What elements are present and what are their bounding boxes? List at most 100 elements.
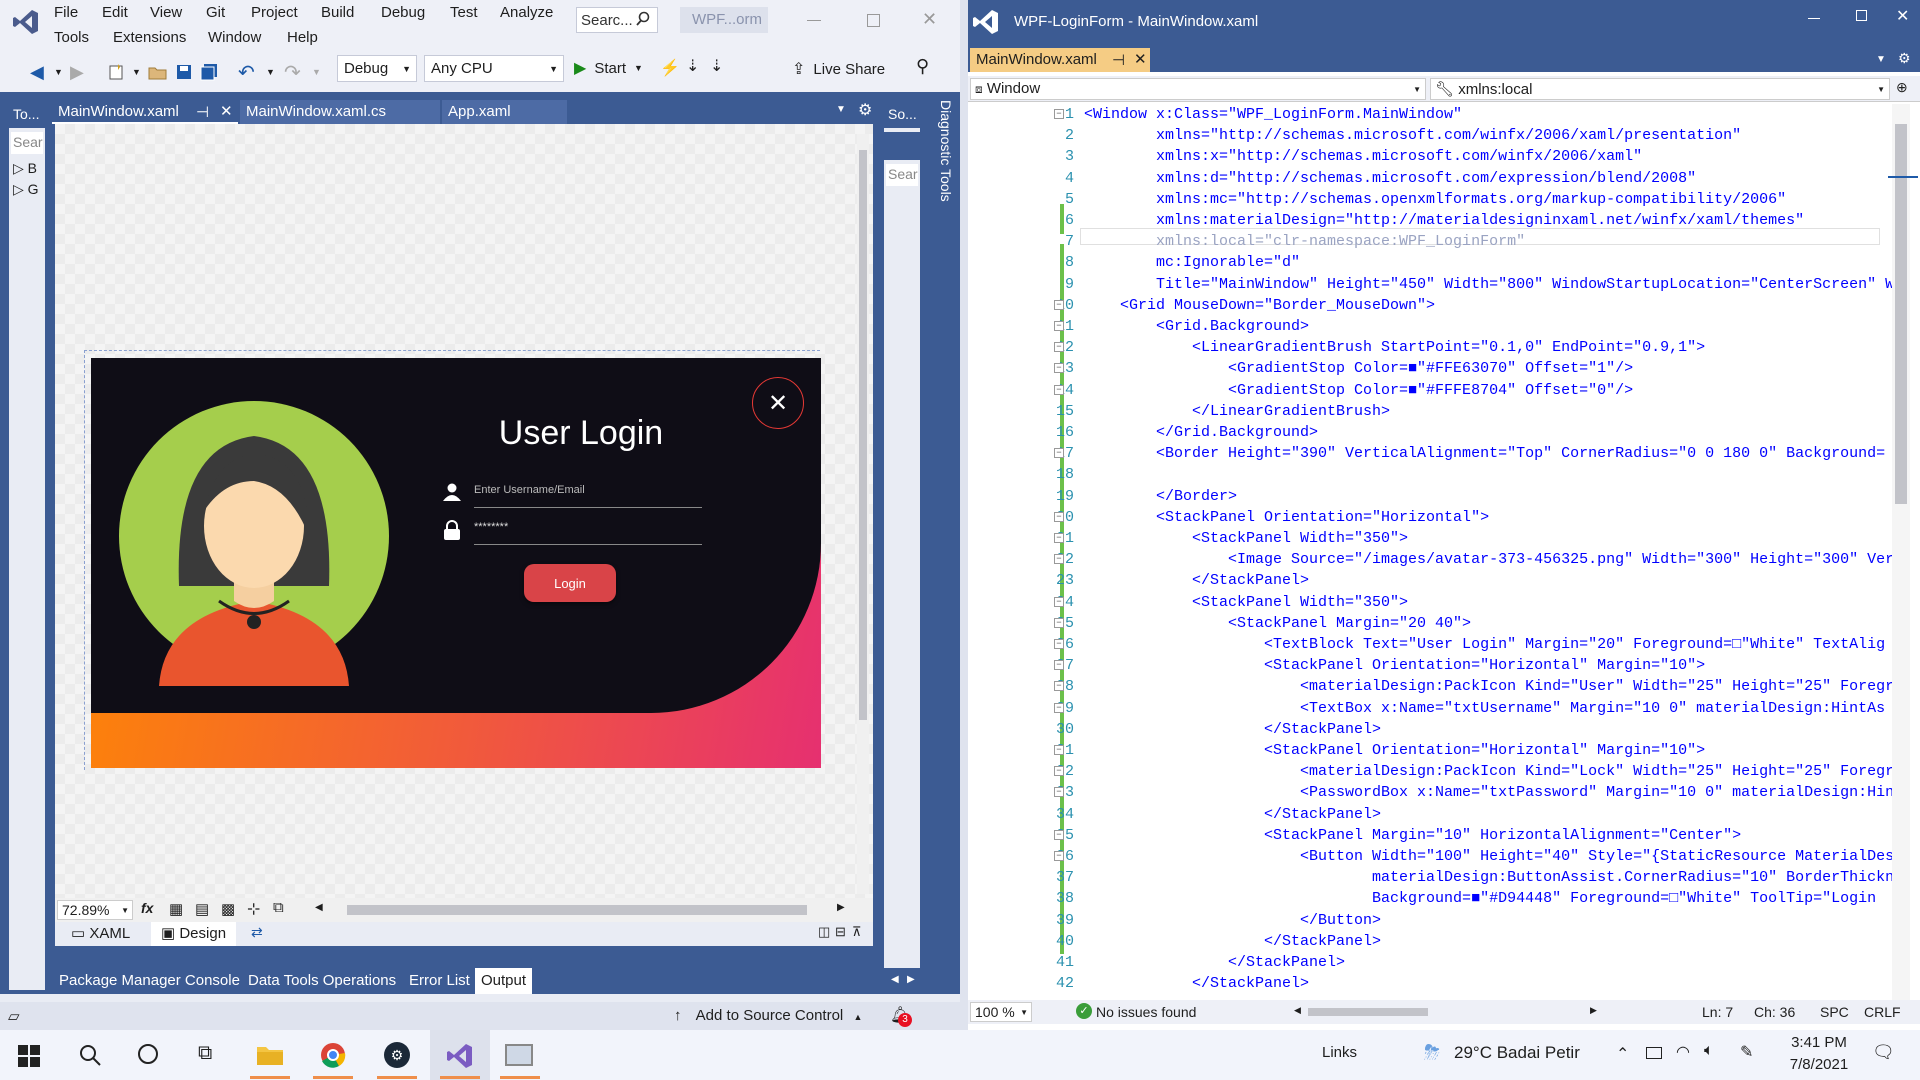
collapse-icon[interactable]: − [1054,681,1064,692]
collapse-icon[interactable]: − [1054,766,1064,777]
vertical-scrollbar[interactable] [1892,104,1910,1000]
code-line[interactable]: </StackPanel> [1084,933,1381,950]
code-line[interactable]: xmlns:local="clr-namespace:WPF_LoginForm… [1084,233,1525,250]
split-horizontal-icon[interactable]: ⊟ [835,924,846,940]
code-line[interactable]: Title="MainWindow" Height="450" Width="8… [1084,276,1894,293]
redo-dropdown-icon[interactable]: ▼ [312,60,321,84]
code-line[interactable]: <StackPanel Orientation="Horizontal"> [1084,509,1489,526]
code-line[interactable]: <LinearGradientBrush StartPoint="0.1,0" … [1084,339,1705,356]
weather-status[interactable]: 29°C Badai Petir [1454,1043,1580,1063]
grid-icon[interactable]: ▦ [169,900,183,918]
platform-dropdown[interactable]: Any CPU ▼ [424,55,564,82]
open-folder-icon[interactable] [148,60,168,84]
code-line[interactable]: <PasswordBox x:Name="txtPassword" Margin… [1084,784,1894,801]
snap-grid-icon[interactable]: ▤ [195,900,209,918]
collapse-icon[interactable]: − [1054,660,1064,671]
code-line[interactable]: <StackPanel Orientation="Horizontal" Mar… [1084,742,1705,759]
visual-studio-taskbar-button[interactable] [430,1030,490,1080]
redo-icon[interactable]: ↷ [284,60,301,84]
device-icon[interactable]: ⧉ [273,899,284,916]
code-line[interactable]: </StackPanel> [1084,572,1309,589]
tab-mainwindow-xaml-cs[interactable]: MainWindow.xaml.cs [240,100,440,124]
collapse-icon[interactable]: − [1054,363,1064,374]
menu-view[interactable]: View [150,4,182,21]
collapse-icon[interactable]: − [1054,617,1064,628]
live-share-button[interactable]: ⇪ Live Share [792,59,885,79]
pen-icon[interactable]: ✎ [1740,1042,1753,1062]
windows-start-icon[interactable] [18,1045,40,1071]
code-line[interactable]: xmlns:mc="http://schemas.openxmlformats.… [1084,191,1786,208]
collapse-icon[interactable]: − [1054,702,1064,713]
collapse-icon[interactable]: − [1054,448,1064,459]
code-line[interactable]: <Grid.Background> [1084,318,1309,335]
tab-output[interactable]: Output [475,968,533,994]
scroll-right-icon[interactable]: ▶ [837,902,845,913]
pin-icon[interactable]: ⊣ [1112,51,1125,69]
configuration-dropdown[interactable]: Debug ▼ [337,55,417,82]
code-line[interactable]: xmlns:x="http://schemas.microsoft.com/wi… [1084,148,1642,165]
issues-status[interactable]: No issues found [1096,1004,1196,1020]
scroll-tabs-left-icon[interactable]: ◀ [891,974,899,985]
code-line[interactable]: <StackPanel Orientation="Horizontal" Mar… [1084,657,1705,674]
menu-git[interactable]: Git [206,4,225,21]
horizontal-scrollbar[interactable] [1308,1008,1428,1016]
tab-overflow-icon[interactable]: ▼ [1876,54,1886,65]
menu-debug[interactable]: Debug [381,4,425,21]
volume-icon[interactable]: 🔈︎ [1704,1042,1714,1060]
code-line[interactable]: <TextBox x:Name="txtUsername" Margin="10… [1084,700,1885,717]
zoom-dropdown[interactable]: 72.89% ▼ [57,900,133,920]
line-ending-indicator[interactable]: CRLF [1864,1004,1901,1020]
collapse-icon[interactable]: − [1054,829,1064,840]
menu-tools[interactable]: Tools [54,29,89,46]
search-icon[interactable] [78,1043,102,1071]
horizontal-scrollbar[interactable] [347,905,807,915]
clock-date[interactable]: 7/8/2021 [1780,1056,1858,1073]
collapse-icon[interactable]: − [1054,533,1064,543]
save-all-icon[interactable] [200,60,218,84]
pin-icon[interactable]: ⊣ [196,103,209,121]
image-viewer-icon[interactable] [505,1044,533,1066]
code-line[interactable]: <Window x:Class="WPF_LoginForm.MainWindo… [1084,106,1462,123]
undo-dropdown-icon[interactable]: ▼ [266,60,275,84]
code-line[interactable]: </Button> [1084,912,1381,929]
wifi-icon[interactable]: ◠ [1676,1042,1690,1062]
tab-data-tools-operations[interactable]: Data Tools Operations [248,972,396,989]
collapse-icon[interactable]: − [1054,554,1064,565]
add-to-source-control-button[interactable]: ↑ Add to Source Control ▲ [674,1007,862,1024]
type-dropdown[interactable]: ⧈ Window ▼ [970,78,1426,100]
code-line[interactable]: </Grid.Background> [1084,424,1318,441]
code-line[interactable]: materialDesign:ButtonAssist.CornerRadius… [1084,869,1894,886]
collapse-icon[interactable]: − [1054,109,1064,119]
clock-time[interactable]: 3:41 PM [1786,1034,1852,1051]
menu-window[interactable]: Window [208,29,261,46]
search-box[interactable]: Searc... [576,7,658,33]
code-line[interactable]: Background=■"#D94448" Foreground=□"White… [1084,890,1876,907]
forward-icon[interactable]: ▶ [70,60,84,84]
minimize-button[interactable] [807,20,821,21]
code-line[interactable]: <StackPanel Margin="20 40"> [1084,615,1471,632]
code-line[interactable]: xmlns:d="http://schemas.microsoft.com/ex… [1084,170,1696,187]
hot-reload-icon[interactable]: ⚡ [660,58,680,78]
file-explorer-icon[interactable] [256,1042,284,1070]
task-view-icon[interactable]: ⧉ [198,1042,212,1065]
artboard-icon[interactable]: ▩ [221,900,235,918]
collapse-icon[interactable]: − [1054,321,1064,331]
login-button[interactable]: Login [524,564,616,602]
solution-search[interactable]: Sear [886,164,918,186]
close-tab-icon[interactable]: ✕ [220,102,233,120]
diagnostic-tools-tab[interactable]: Diagnostic Tools [924,100,954,220]
toolbox-search[interactable]: Sear [11,132,43,154]
links-toolbar[interactable]: Links [1322,1044,1357,1061]
tab-mainwindow-xaml[interactable]: MainWindow.xaml ⊣ ✕ [52,100,238,124]
back-icon[interactable]: ◀ [30,60,44,84]
save-icon[interactable] [176,60,192,84]
code-line[interactable]: <StackPanel Width="350"> [1084,594,1408,611]
gear-icon[interactable]: ⚙ [1898,50,1911,67]
gear-icon[interactable]: ⚙ [858,100,872,120]
menu-extensions[interactable]: Extensions [113,29,186,46]
scroll-tabs-right-icon[interactable]: ▶ [907,974,915,985]
close-form-button[interactable]: ✕ [752,377,804,429]
tab-package-manager-console[interactable]: Package Manager Console [59,972,240,989]
scroll-left-icon[interactable]: ◀ [1294,1005,1301,1016]
code-line[interactable]: <Image Source="/images/avatar-373-456325… [1084,551,1894,568]
